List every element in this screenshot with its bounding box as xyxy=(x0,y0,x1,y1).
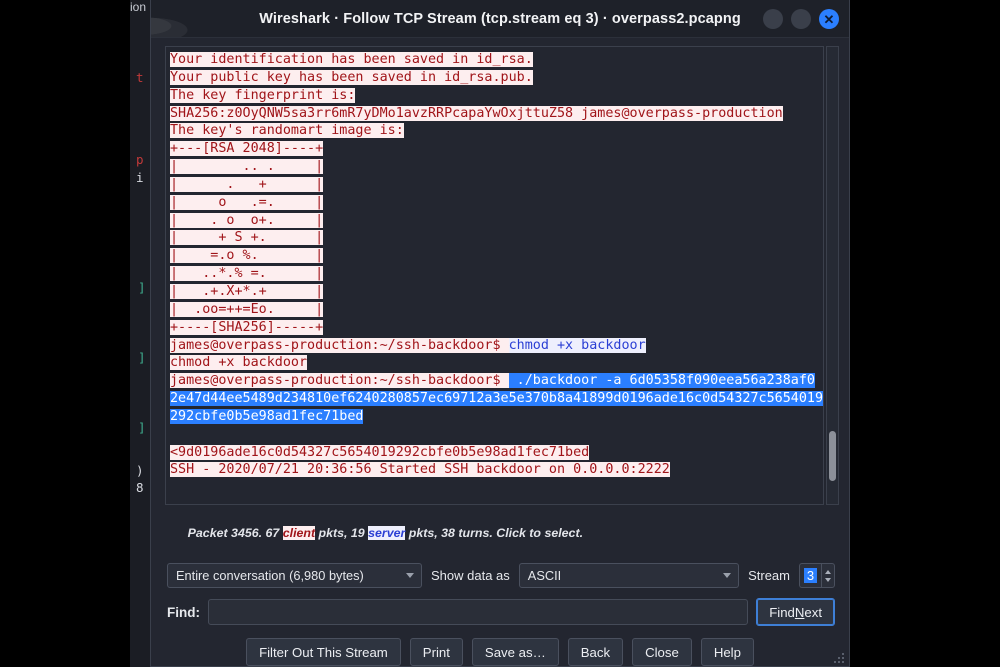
conversation-select-value: Entire conversation (6,980 bytes) xyxy=(176,568,364,583)
find-next-prefix: Find xyxy=(769,604,795,620)
stream-text-panel[interactable]: Your identification has been saved in id… xyxy=(165,46,824,505)
status-middle: pkts, 19 xyxy=(315,526,369,540)
find-next-mnemonic: N xyxy=(794,604,805,620)
stream-label: Stream xyxy=(748,568,790,583)
print-button[interactable]: Print xyxy=(409,638,463,666)
background-text-fragment: t xyxy=(136,70,144,85)
background-text-fragment: p xyxy=(136,152,144,167)
back-button[interactable]: Back xyxy=(567,638,624,666)
stream-controls-row: Entire conversation (6,980 bytes) Show d… xyxy=(167,563,835,588)
stream-segment-client: chmod +x backdoor james@overpass-product… xyxy=(170,355,509,389)
resize-grip[interactable] xyxy=(834,651,846,663)
screen: t p i]]]) 8 ion Wireshark · Follow TCP Stre… xyxy=(0,0,1000,667)
follow-tcp-stream-dialog: Wireshark · Follow TCP Stream (tcp.strea… xyxy=(150,0,850,667)
background-text-fragment: 8 xyxy=(136,480,144,495)
stream-segment-client: <9d0196ade16c0d54327c5654019292cbfe0b5e9… xyxy=(170,444,670,478)
stream-segment-client: Your identification has been saved in id… xyxy=(170,52,783,353)
stepper-down-icon[interactable] xyxy=(825,577,831,582)
status-client-word: client xyxy=(282,526,316,540)
scrollbar-thumb[interactable] xyxy=(829,430,836,482)
background-text-fragment: ] xyxy=(138,280,146,295)
title-bar[interactable]: Wireshark · Follow TCP Stream (tcp.strea… xyxy=(151,0,849,38)
background-text-fragment: ] xyxy=(138,350,146,365)
close-icon[interactable]: ✕ xyxy=(819,9,839,29)
chevron-down-icon xyxy=(406,573,414,578)
show-data-as-select[interactable]: ASCII xyxy=(518,563,740,588)
show-data-as-label: Show data as xyxy=(431,568,510,583)
find-label: Find: xyxy=(167,604,200,620)
maximize-button[interactable] xyxy=(791,9,811,29)
stream-number-stepper[interactable]: 3 xyxy=(799,563,835,588)
stream-number-value: 3 xyxy=(803,568,818,583)
status-server-word: server xyxy=(368,526,406,540)
show-data-as-value: ASCII xyxy=(527,568,562,583)
find-next-button[interactable]: Find Next xyxy=(756,598,835,626)
filter-out-this-stream-button[interactable]: Filter Out This Stream xyxy=(246,638,401,666)
save-as-button[interactable]: Save as… xyxy=(471,638,559,666)
dialog-button-row: Filter Out This Stream Print Save as… Ba… xyxy=(151,638,849,666)
stream-number-arrows[interactable] xyxy=(821,563,835,588)
help-button[interactable]: Help xyxy=(700,638,754,666)
stream-text[interactable]: Your identification has been saved in id… xyxy=(170,51,823,479)
minimize-button[interactable] xyxy=(763,9,783,29)
status-suffix: pkts, 38 turns. Click to select. xyxy=(405,526,584,540)
packet-status-line[interactable]: Packet 3456. 67 client pkts, 19 server p… xyxy=(167,512,835,554)
stepper-up-icon[interactable] xyxy=(825,569,831,574)
find-next-suffix: ext xyxy=(804,604,822,620)
close-button[interactable]: Close xyxy=(632,638,692,666)
status-prefix: Packet 3456. 67 xyxy=(187,526,283,540)
window-title: Wireshark · Follow TCP Stream (tcp.strea… xyxy=(259,10,741,27)
find-row: Find: Find Next xyxy=(167,598,835,626)
background-text-fragment: ) xyxy=(136,463,144,478)
stream-segment-server: chmod +x backdoor xyxy=(508,337,646,353)
vertical-scrollbar[interactable] xyxy=(826,46,839,505)
conversation-select[interactable]: Entire conversation (6,980 bytes) xyxy=(167,563,422,588)
window-controls: ✕ xyxy=(763,9,839,29)
background-text-fragment: ] xyxy=(138,420,146,435)
stream-content-area: Your identification has been saved in id… xyxy=(165,46,839,505)
find-input[interactable] xyxy=(208,599,749,625)
stream-number-field[interactable]: 3 xyxy=(799,563,821,588)
chevron-down-icon xyxy=(723,573,732,578)
background-text-fragment: i xyxy=(136,170,144,185)
